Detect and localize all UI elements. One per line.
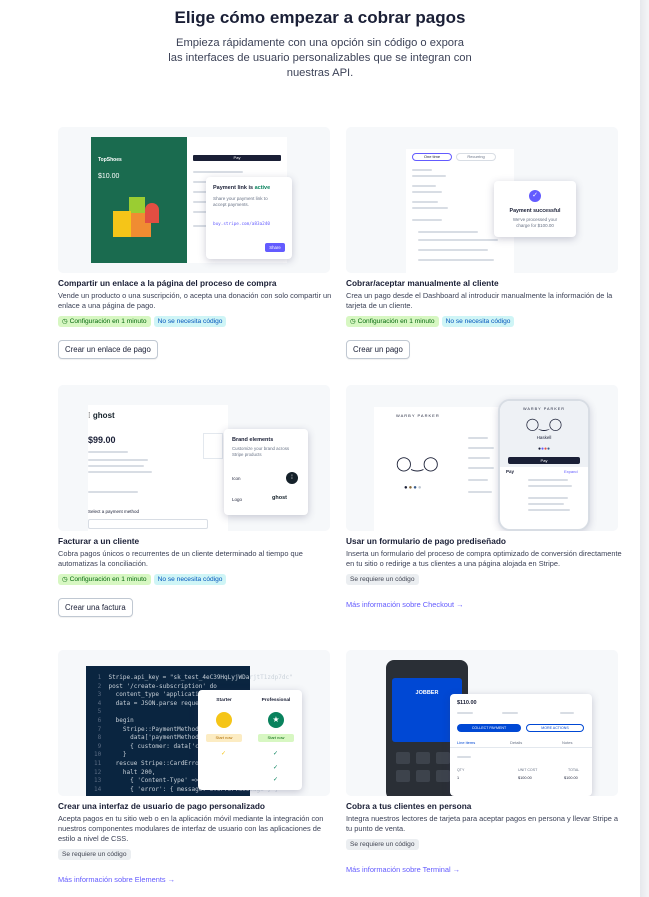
card-description: Cobra pagos únicos o recurrentes de un c… <box>58 549 303 568</box>
check-icon: ✓ <box>273 777 279 783</box>
glasses-icon: ◯‿◯ <box>396 455 439 471</box>
page-title: Elige cómo empezar a cobrar pagos <box>174 8 466 27</box>
card-description: Acepta pagos en tu sitio web o en la apl… <box>58 814 324 843</box>
create-invoice-button[interactable]: Crear una factura <box>58 598 133 617</box>
page-subtitle: Empieza rápidamente con una opción sin c… <box>168 37 472 79</box>
check-icon: ✓ <box>529 190 541 202</box>
ghost-logo: ⁞ ghost <box>88 411 115 420</box>
card-title: Cobra a tus clientes en persona <box>346 801 472 811</box>
invoice-illustration: ⁞ ghost $99.00 Select a payment method B… <box>58 385 330 531</box>
clock-icon: ◷ <box>350 318 356 325</box>
color-swatches: ●●●● <box>404 485 423 491</box>
code-required-badge: Se requiere un código <box>346 839 419 850</box>
tab-one-time: One time <box>412 153 452 161</box>
check-icon: ✓ <box>273 751 279 757</box>
card-title: Facturar a un cliente <box>58 536 140 546</box>
color-swatches: ●●●● <box>537 446 551 452</box>
code-required-badge: Se requiere un código <box>58 849 131 860</box>
create-payment-button[interactable]: Crear un pago <box>346 340 410 359</box>
elements-illustration: 1 Stripe.api_key = "sk_test_4eC39HqLyjWD… <box>58 650 330 796</box>
brand-elements-popover: Brand elements Customize your brand acro… <box>224 429 308 515</box>
learn-more-checkout-link[interactable]: Más información sobre Checkout → <box>346 600 622 609</box>
invoice-panel: ⁞ ghost $99.00 Select a payment method <box>88 405 228 531</box>
card-terminal: JOBBER $110.00 COLLECT PAYMENT MORE ACTI… <box>346 650 622 874</box>
collect-payment-button: COLLECT PAYMENT <box>457 724 521 732</box>
no-code-badge: No se necesita código <box>153 316 227 327</box>
no-code-badge: No se necesita código <box>153 574 227 585</box>
no-code-badge: No se necesita código <box>441 316 515 327</box>
window-edge <box>640 0 649 897</box>
tab-recurring: Recurring <box>456 153 496 161</box>
ghost-logo-small: ghost <box>272 495 287 501</box>
code-line: 1 Stripe.api_key = "sk_test_4eC39HqLyjWD… <box>94 674 293 681</box>
mobile-checkout-panel: WARBY PARKER ◯‿◯ Haskell ●●●● Pay Pay Ex… <box>498 399 590 531</box>
card-description: Vende un producto o una suscripción, o a… <box>58 291 332 310</box>
card-description: Crea un pago desde el Dashboard al intro… <box>346 291 613 310</box>
checkout-illustration: WARBY PARKER ◯‿◯ ●●●● WARBY PARKER ◯‿◯ H… <box>346 385 618 531</box>
card-description: Integra nuestros lectores de tarjeta par… <box>346 814 618 833</box>
learn-more-terminal-link[interactable]: Más información sobre Terminal → <box>346 865 622 874</box>
ghost-icon: ⁞ <box>286 472 298 484</box>
check-icon: ✓ <box>221 751 227 757</box>
card-elements: 1 Stripe.api_key = "sk_test_4eC39HqLyjWD… <box>58 650 334 884</box>
job-payment-panel: $110.00 COLLECT PAYMENT MORE ACTIONS Lin… <box>450 694 592 796</box>
glasses-icon: ◯‿◯ <box>525 417 563 431</box>
brand-label: TopShoes <box>98 157 122 163</box>
payment-success-popover: ✓ Payment successful We've processed you… <box>494 181 576 237</box>
more-actions-button: MORE ACTIONS <box>526 724 584 732</box>
check-icon: ✓ <box>273 765 279 771</box>
card-description: Inserta un formulario del proceso de com… <box>346 549 622 568</box>
star-icon: ★ <box>268 712 284 728</box>
setup-time-badge: ◷ Configuración en 1 minuto <box>346 316 439 327</box>
start-now-button: Start now <box>206 734 242 742</box>
clock-icon: ◷ <box>62 318 68 325</box>
clock-icon: ◷ <box>62 576 68 583</box>
payment-link-popover: Payment link is active Share your paymen… <box>206 177 292 259</box>
share-button: Share <box>265 243 285 252</box>
card-title: Cobrar/aceptar manualmente al cliente <box>346 278 499 288</box>
invoice-amount: $99.00 <box>88 435 116 445</box>
pricing-table: Starter Professional ★ Start now Start n… <box>198 690 302 790</box>
pay-button: Pay <box>508 457 580 464</box>
payment-url: buy.stripe.com/a83a240 <box>213 222 270 227</box>
setup-time-badge: ◷ Configuración en 1 minuto <box>58 574 151 585</box>
terminal-illustration: JOBBER $110.00 COLLECT PAYMENT MORE ACTI… <box>346 650 618 796</box>
card-invoice: ⁞ ghost $99.00 Select a payment method B… <box>58 385 334 617</box>
code-required-badge: Se requiere un código <box>346 574 419 585</box>
manual-payment-illustration: One time Recurring ✓ Payment successful … <box>346 127 618 273</box>
card-manual-payment: One time Recurring ✓ Payment successful … <box>346 127 622 359</box>
page: Elige cómo empezar a cobrar pagos Empiez… <box>0 0 640 897</box>
create-payment-link-button[interactable]: Crear un enlace de pago <box>58 340 158 359</box>
pay-button: Pay <box>193 155 281 161</box>
card-title: Usar un formulario de pago prediseñado <box>346 536 506 546</box>
card-title: Compartir un enlace a la página del proc… <box>58 278 277 288</box>
learn-more-elements-link[interactable]: Más información sobre Elements → <box>58 875 334 884</box>
start-now-button: Start now <box>258 734 294 742</box>
checkout-green-panel: TopShoes $10.00 <box>91 137 187 263</box>
starter-plan-icon <box>216 712 232 728</box>
card-checkout: WARBY PARKER ◯‿◯ ●●●● WARBY PARKER ◯‿◯ H… <box>346 385 622 609</box>
price-label: $10.00 <box>98 173 120 180</box>
setup-time-badge: ◷ Configuración en 1 minuto <box>58 316 151 327</box>
payment-link-illustration: TopShoes $10.00 Pay Payment link is acti… <box>58 127 330 273</box>
card-payment-link: TopShoes $10.00 Pay Payment link is acti… <box>58 127 334 359</box>
card-title: Crear una interfaz de usuario de pago pe… <box>58 801 266 811</box>
